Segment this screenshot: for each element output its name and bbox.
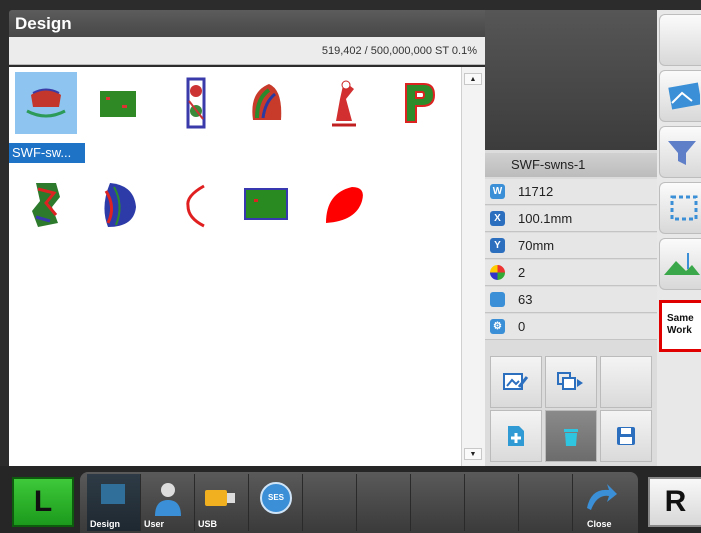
photos-icon [668, 82, 701, 110]
tab-close-label: Close [587, 519, 612, 529]
user-icon [155, 483, 181, 516]
tab-usb[interactable]: USB [195, 474, 249, 531]
design-tab-icon [101, 484, 125, 504]
swf-logo-design-icon [26, 88, 66, 118]
tab-user-label: User [144, 519, 165, 529]
info-row-colors: 2 [485, 260, 657, 286]
right-select-button[interactable] [659, 182, 701, 234]
usb-icon [205, 490, 235, 506]
right-head-button[interactable]: R [648, 477, 701, 527]
info-row-height: Y 70mm [485, 233, 657, 259]
right-image-button[interactable] [659, 70, 701, 122]
color-changes-value: 63 [518, 292, 533, 307]
edit-image-icon [503, 373, 529, 390]
design-thumb-vertical-badge[interactable] [165, 72, 227, 134]
design-preview-area [485, 10, 657, 150]
right-filter-button[interactable] [659, 126, 701, 178]
design-thumb-green-patch[interactable] [87, 72, 149, 134]
window-title: Design [9, 10, 485, 37]
tab-empty-3[interactable] [411, 474, 465, 531]
stitches-value: 11712 [518, 184, 554, 199]
filter-icon [668, 141, 696, 165]
save-disk-icon [617, 427, 635, 445]
info-row-stitches: W 11712 [485, 179, 657, 205]
multicolor-emblem-design-icon [32, 183, 60, 227]
colors-value: 2 [518, 265, 526, 280]
tab-design-label: Design [90, 519, 121, 529]
design-thumb-red-arc[interactable] [165, 174, 227, 236]
add-design-button[interactable] [490, 410, 542, 462]
vertical-badge-design-icon [186, 77, 206, 129]
tab-user[interactable]: User [141, 474, 195, 531]
save-design-button[interactable] [600, 410, 652, 462]
tab-ses[interactable]: SES [249, 474, 303, 531]
design-thumb-multicolor-emblem[interactable] [15, 174, 77, 236]
selection-icon [670, 195, 698, 221]
design-grid [9, 67, 461, 466]
color-change-icon [490, 292, 505, 307]
selected-design-name[interactable]: SWF-sw... [9, 143, 85, 163]
design-name-header: SWF-swns-1 [485, 153, 657, 177]
edit-design-button[interactable] [490, 356, 542, 408]
same-work-button[interactable]: Same Work [659, 300, 701, 352]
tab-close[interactable]: Close [573, 474, 627, 531]
design-thumb-letter-p[interactable] [387, 72, 449, 134]
right-landscape-button[interactable] [659, 238, 701, 290]
left-head-button[interactable]: L [12, 477, 74, 527]
red-arc-design-icon [186, 184, 205, 228]
add-file-icon [508, 426, 524, 446]
color-palette-icon [490, 265, 505, 280]
scroll-down-button[interactable]: ▼ [464, 448, 482, 460]
info-row-width: X 100.1mm [485, 206, 657, 232]
design-thumb-green-rectangle[interactable] [235, 174, 297, 236]
design-list-scrollbar[interactable]: ▲ ▼ [461, 67, 485, 466]
tab-empty-5[interactable] [519, 474, 573, 531]
scroll-up-button[interactable]: ▲ [464, 73, 482, 85]
headdress-design-icon [252, 84, 282, 120]
baseball-player-design-icon [332, 80, 356, 127]
design-thumb-baseball-player[interactable] [313, 72, 375, 134]
right-blank-button[interactable] [659, 14, 701, 66]
trash-icon [564, 429, 578, 446]
green-patch-design-icon [100, 91, 136, 117]
copy-forward-icon [557, 372, 583, 390]
blue-shape-design-icon [104, 183, 136, 227]
width-value: 100.1mm [518, 211, 573, 226]
trim-gear-icon: ⚙ [490, 319, 505, 334]
design-thumb-headdress[interactable] [235, 72, 297, 134]
design-thumb-blue-shape[interactable] [87, 174, 149, 236]
height-value: 70mm [518, 238, 555, 253]
tab-usb-label: USB [198, 519, 218, 529]
red-leaf-design-icon [326, 187, 363, 223]
green-rectangle-design-icon [244, 188, 288, 220]
back-arrow-icon [587, 484, 617, 510]
tab-empty-4[interactable] [465, 474, 519, 531]
delete-design-button[interactable] [545, 410, 597, 462]
design-thumb-swf-logo[interactable] [15, 72, 77, 134]
tab-ses-label: SES [267, 493, 284, 502]
tab-empty-1[interactable] [303, 474, 357, 531]
trims-value: 0 [518, 319, 526, 334]
copy-design-button[interactable] [545, 356, 597, 408]
letter-p-design-icon [405, 83, 436, 123]
info-row-color-changes: 63 [485, 287, 657, 313]
info-row-trims: ⚙ 0 [485, 314, 657, 340]
stitch-count-status: 519,402 / 500,000,000 ST 0.1% [9, 37, 485, 65]
height-y-icon: Y [490, 238, 505, 253]
tab-design[interactable]: Design [87, 474, 141, 531]
landscape-icon [664, 253, 700, 275]
design-thumb-red-leaf[interactable] [313, 174, 375, 236]
tab-empty-2[interactable] [357, 474, 411, 531]
width-x-icon: X [490, 211, 505, 226]
empty-action-slot [600, 356, 652, 408]
stitches-icon: W [490, 184, 505, 199]
